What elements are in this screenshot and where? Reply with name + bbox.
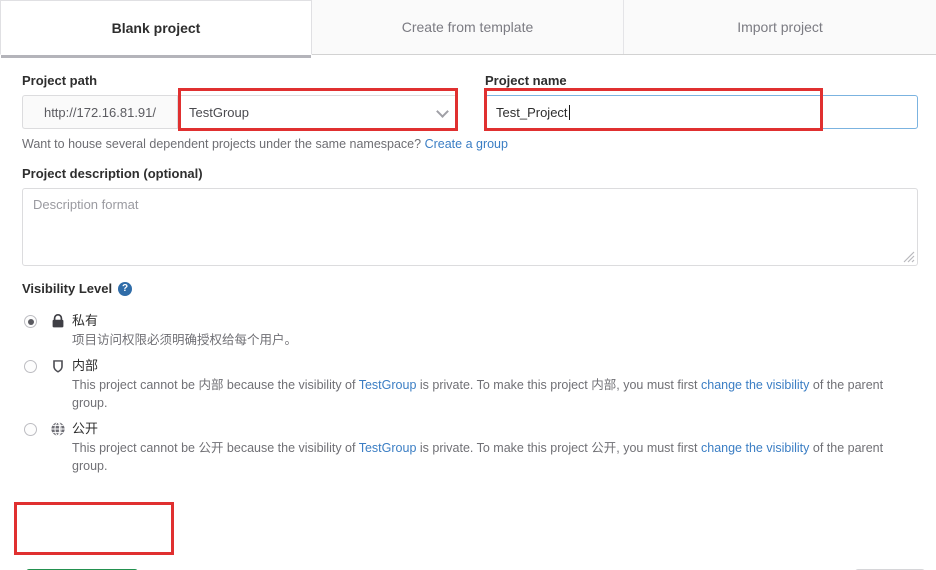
- tab-label: Blank project: [111, 19, 201, 36]
- visibility-description: This project cannot be 公开 because the vi…: [72, 439, 918, 475]
- visibility-description: 项目访问权限必须明确授权给每个用户。: [72, 331, 918, 349]
- inline-text: is private. To make this project 内部, you…: [416, 378, 701, 392]
- tab-label: Create from template: [401, 19, 534, 35]
- tab-blank-project[interactable]: Blank project: [0, 0, 312, 58]
- project-name-label: Project name: [485, 73, 567, 88]
- visibility-option-internal[interactable]: 内部 This project cannot be 内部 because the…: [22, 358, 918, 412]
- visibility-level-label: Visibility Level: [22, 281, 113, 296]
- text-caret: [568, 104, 570, 120]
- visibility-option-public[interactable]: 公开 This project cannot be 公开 because the…: [22, 421, 918, 475]
- lock-icon: [52, 314, 64, 328]
- inline-link[interactable]: change the visibility: [701, 441, 809, 455]
- visibility-level-header: Visibility Level ?: [22, 281, 133, 297]
- project-name-field: Project name Test_Project: [485, 73, 918, 129]
- visibility-description: This project cannot be 内部 because the vi…: [72, 376, 918, 412]
- namespace-selected-value: TestGroup: [189, 104, 249, 120]
- globe-icon: [51, 421, 65, 437]
- visibility-title: 私有: [72, 313, 99, 328]
- radio-private[interactable]: [24, 315, 37, 328]
- inline-link[interactable]: change the visibility: [701, 378, 809, 392]
- namespace-select[interactable]: TestGroup: [177, 95, 458, 129]
- namespace-help-text: Want to house several dependent projects…: [22, 137, 508, 151]
- chevron-down-icon: [436, 105, 449, 118]
- create-project-highlight: [14, 502, 174, 555]
- project-name-value: Test_Project: [496, 104, 568, 120]
- inline-text: is private. To make this project 公开, you…: [416, 441, 701, 455]
- project-path-label: Project path: [22, 73, 98, 88]
- project-name-input[interactable]: Test_Project: [485, 95, 918, 129]
- create-a-group-link[interactable]: Create a group: [425, 137, 508, 151]
- visibility-title: 公开: [72, 421, 99, 436]
- tab-label: Import project: [737, 19, 823, 35]
- project-path-field: Project path http://172.16.81.91/ TestGr…: [22, 73, 458, 129]
- shield-icon: [53, 360, 63, 373]
- inline-link[interactable]: TestGroup: [359, 441, 417, 455]
- inline-text: This project cannot be 内部 because the vi…: [72, 378, 359, 392]
- project-description-textarea[interactable]: Description format: [22, 188, 918, 266]
- inline-text: This project cannot be 公开 because the vi…: [72, 441, 359, 455]
- radio-public[interactable]: [24, 423, 37, 436]
- project-url-prefix: http://172.16.81.91/: [22, 95, 177, 129]
- namespace-help-label: Want to house several dependent projects…: [22, 137, 422, 151]
- radio-internal[interactable]: [24, 360, 37, 373]
- project-path-input-group: http://172.16.81.91/ TestGroup: [22, 95, 458, 129]
- inline-link[interactable]: TestGroup: [359, 378, 417, 392]
- project-description-placeholder: Description format: [33, 197, 139, 212]
- tab-import-project[interactable]: Import project: [624, 0, 936, 54]
- project-description-label: Project description (optional): [22, 166, 203, 181]
- visibility-title: 内部: [72, 358, 99, 373]
- visibility-options-list: 私有 项目访问权限必须明确授权给每个用户。 内部 This project ca…: [22, 313, 918, 484]
- inline-text: 项目访问权限必须明确授权给每个用户。: [72, 333, 298, 347]
- question-circle-icon[interactable]: ?: [118, 282, 133, 296]
- project-creation-tabs: Blank project Create from template Impor…: [0, 0, 936, 58]
- create-project-page: Blank project Create from template Impor…: [0, 0, 936, 570]
- resize-handle-icon[interactable]: [901, 249, 915, 263]
- tab-create-from-template[interactable]: Create from template: [312, 0, 624, 54]
- visibility-option-private[interactable]: 私有 项目访问权限必须明确授权给每个用户。: [22, 313, 918, 349]
